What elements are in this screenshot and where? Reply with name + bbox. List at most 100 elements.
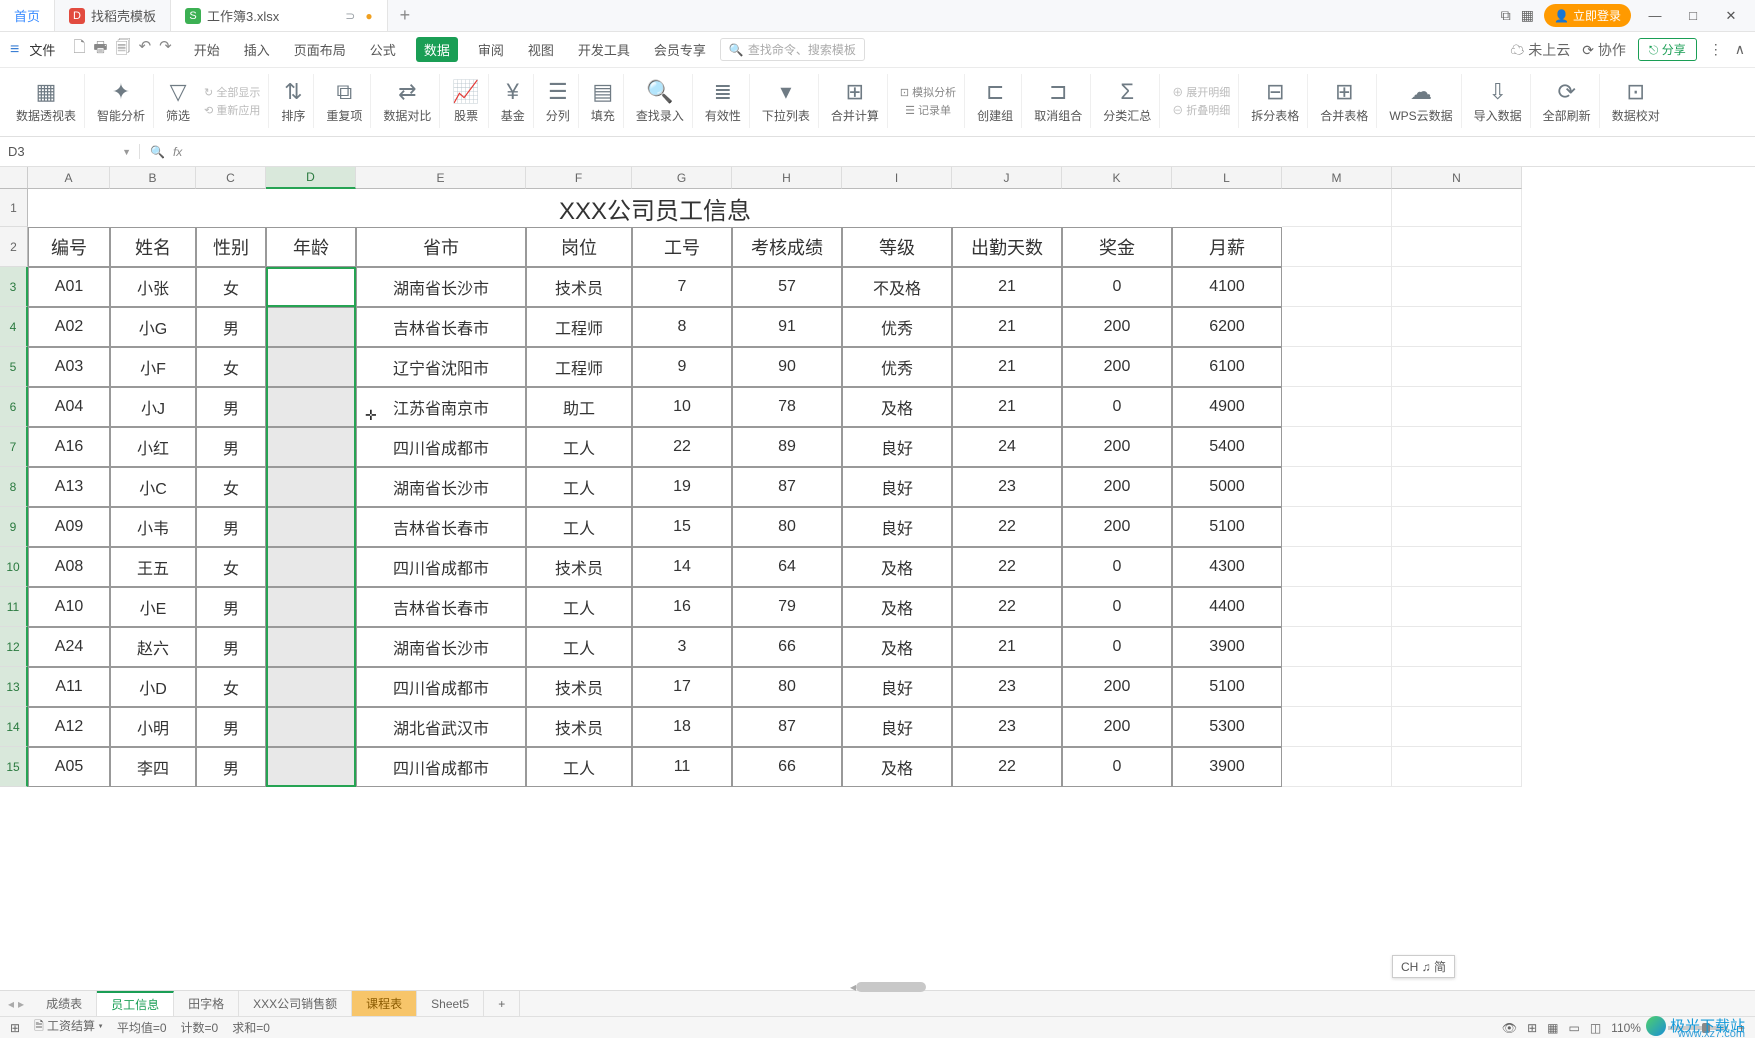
table-cell[interactable]: 7 xyxy=(632,267,732,307)
table-cell[interactable]: 79 xyxy=(732,587,842,627)
table-cell[interactable]: 66 xyxy=(732,627,842,667)
table-cell[interactable]: 助工 xyxy=(526,387,632,427)
table-cell[interactable]: 王五 xyxy=(110,547,196,587)
col-header-F[interactable]: F xyxy=(526,167,632,189)
table-header[interactable]: 编号 xyxy=(28,227,110,267)
table-cell[interactable]: 良好 xyxy=(842,467,952,507)
fx-icon[interactable]: fx xyxy=(173,145,182,159)
table-cell[interactable]: 四川省成都市 xyxy=(356,427,526,467)
sheet-tab[interactable]: 田字格 xyxy=(174,991,239,1017)
preview-icon[interactable]: 🗐 xyxy=(116,37,131,62)
horizontal-scrollbar[interactable]: ◂ xyxy=(850,980,1737,994)
view-reader-icon[interactable]: ◫ xyxy=(1590,1021,1601,1035)
ribbon-sort[interactable]: ⇅排序 xyxy=(273,74,314,128)
table-cell[interactable]: 工人 xyxy=(526,747,632,787)
row-header-15[interactable]: 15 xyxy=(0,747,28,787)
table-header[interactable]: 性别 xyxy=(196,227,266,267)
table-header[interactable]: 姓名 xyxy=(110,227,196,267)
row-header-4[interactable]: 4 xyxy=(0,307,28,347)
ribbon-fund[interactable]: ¥基金 xyxy=(493,74,534,128)
table-cell[interactable]: 工程师 xyxy=(526,347,632,387)
ribbon-collapse-detail[interactable]: ⊖ 折叠明细 xyxy=(1172,102,1230,118)
table-cell[interactable]: 辽宁省沈阳市 xyxy=(356,347,526,387)
table-cell[interactable]: 小J xyxy=(110,387,196,427)
table-cell[interactable]: 6100 xyxy=(1172,347,1282,387)
row-header-11[interactable]: 11 xyxy=(0,587,28,627)
ribbon-splittbl[interactable]: ⊟拆分表格 xyxy=(1243,74,1308,128)
ribbon-expand[interactable]: ⊕ 展开明细 xyxy=(1172,84,1230,100)
table-cell[interactable]: 23 xyxy=(952,467,1062,507)
table-header[interactable]: 奖金 xyxy=(1062,227,1172,267)
minimize-button[interactable]: — xyxy=(1641,8,1669,23)
view-eye-icon[interactable]: 👁 xyxy=(1502,1021,1517,1035)
table-cell[interactable]: A13 xyxy=(28,467,110,507)
sheet-tab[interactable]: 员工信息 xyxy=(97,991,174,1017)
table-cell[interactable]: 湖北省武汉市 xyxy=(356,707,526,747)
table-cell[interactable]: 江苏省南京市 xyxy=(356,387,526,427)
table-cell[interactable] xyxy=(266,347,356,387)
table-cell[interactable]: A08 xyxy=(28,547,110,587)
view-page-icon[interactable]: ▭ xyxy=(1568,1021,1579,1035)
table-cell[interactable] xyxy=(266,427,356,467)
col-header-A[interactable]: A xyxy=(28,167,110,189)
table-cell[interactable] xyxy=(266,267,356,307)
table-cell[interactable]: 男 xyxy=(196,587,266,627)
table-cell[interactable]: 6200 xyxy=(1172,307,1282,347)
ribbon-dropdown[interactable]: ▾下拉列表 xyxy=(754,74,819,128)
table-cell[interactable]: 21 xyxy=(952,267,1062,307)
zoom-level[interactable]: 110% xyxy=(1611,1021,1641,1035)
table-cell[interactable]: 小韦 xyxy=(110,507,196,547)
login-button[interactable]: 👤立即登录 xyxy=(1544,4,1631,27)
row-header-13[interactable]: 13 xyxy=(0,667,28,707)
save-icon[interactable]: 🗋 xyxy=(73,37,85,62)
table-cell[interactable]: 200 xyxy=(1062,467,1172,507)
col-header-H[interactable]: H xyxy=(732,167,842,189)
table-cell[interactable]: 赵六 xyxy=(110,627,196,667)
sheet-tab[interactable]: 课程表 xyxy=(352,991,417,1017)
table-cell[interactable]: 14 xyxy=(632,547,732,587)
menu-formula[interactable]: 公式 xyxy=(366,36,400,63)
undo-icon[interactable]: ↶ xyxy=(139,37,152,62)
table-cell[interactable]: 89 xyxy=(732,427,842,467)
table-cell[interactable]: 技术员 xyxy=(526,707,632,747)
table-header[interactable]: 岗位 xyxy=(526,227,632,267)
ribbon-group[interactable]: ⊏创建组 xyxy=(969,74,1022,128)
table-cell[interactable]: 技术员 xyxy=(526,267,632,307)
table-cell[interactable]: 男 xyxy=(196,307,266,347)
table-cell[interactable]: 3 xyxy=(632,627,732,667)
table-cell[interactable]: 小G xyxy=(110,307,196,347)
table-header[interactable]: 年龄 xyxy=(266,227,356,267)
table-cell[interactable]: A12 xyxy=(28,707,110,747)
table-cell[interactable]: 不及格 xyxy=(842,267,952,307)
table-cell[interactable] xyxy=(266,747,356,787)
table-cell[interactable]: 女 xyxy=(196,667,266,707)
table-cell[interactable]: 80 xyxy=(732,507,842,547)
table-cell[interactable]: 23 xyxy=(952,707,1062,747)
table-cell[interactable]: 8 xyxy=(632,307,732,347)
table-cell[interactable]: 5100 xyxy=(1172,667,1282,707)
table-cell[interactable]: 11 xyxy=(632,747,732,787)
table-cell[interactable]: 87 xyxy=(732,707,842,747)
table-cell[interactable]: 男 xyxy=(196,747,266,787)
table-cell[interactable]: 男 xyxy=(196,627,266,667)
ribbon-fill[interactable]: ▤填充 xyxy=(583,74,624,128)
ribbon-reapply[interactable]: ⟲ 重新应用 xyxy=(204,102,260,118)
redo-icon[interactable]: ↷ xyxy=(159,37,172,62)
table-cell[interactable]: 0 xyxy=(1062,587,1172,627)
table-cell[interactable]: A10 xyxy=(28,587,110,627)
table-cell[interactable]: 10 xyxy=(632,387,732,427)
table-header[interactable]: 月薪 xyxy=(1172,227,1282,267)
maximize-button[interactable]: □ xyxy=(1679,8,1707,23)
table-cell[interactable]: A04 xyxy=(28,387,110,427)
table-cell[interactable]: 优秀 xyxy=(842,347,952,387)
row-header-8[interactable]: 8 xyxy=(0,467,28,507)
menu-start[interactable]: 开始 xyxy=(190,36,224,63)
table-cell[interactable]: 及格 xyxy=(842,387,952,427)
table-cell[interactable]: 80 xyxy=(732,667,842,707)
ribbon-wpscloud[interactable]: ☁WPS云数据 xyxy=(1381,74,1461,128)
table-cell[interactable]: 男 xyxy=(196,507,266,547)
table-cell[interactable]: A03 xyxy=(28,347,110,387)
table-cell[interactable]: 小E xyxy=(110,587,196,627)
sheet-tab[interactable]: XXX公司销售额 xyxy=(239,991,352,1017)
table-cell[interactable]: A05 xyxy=(28,747,110,787)
